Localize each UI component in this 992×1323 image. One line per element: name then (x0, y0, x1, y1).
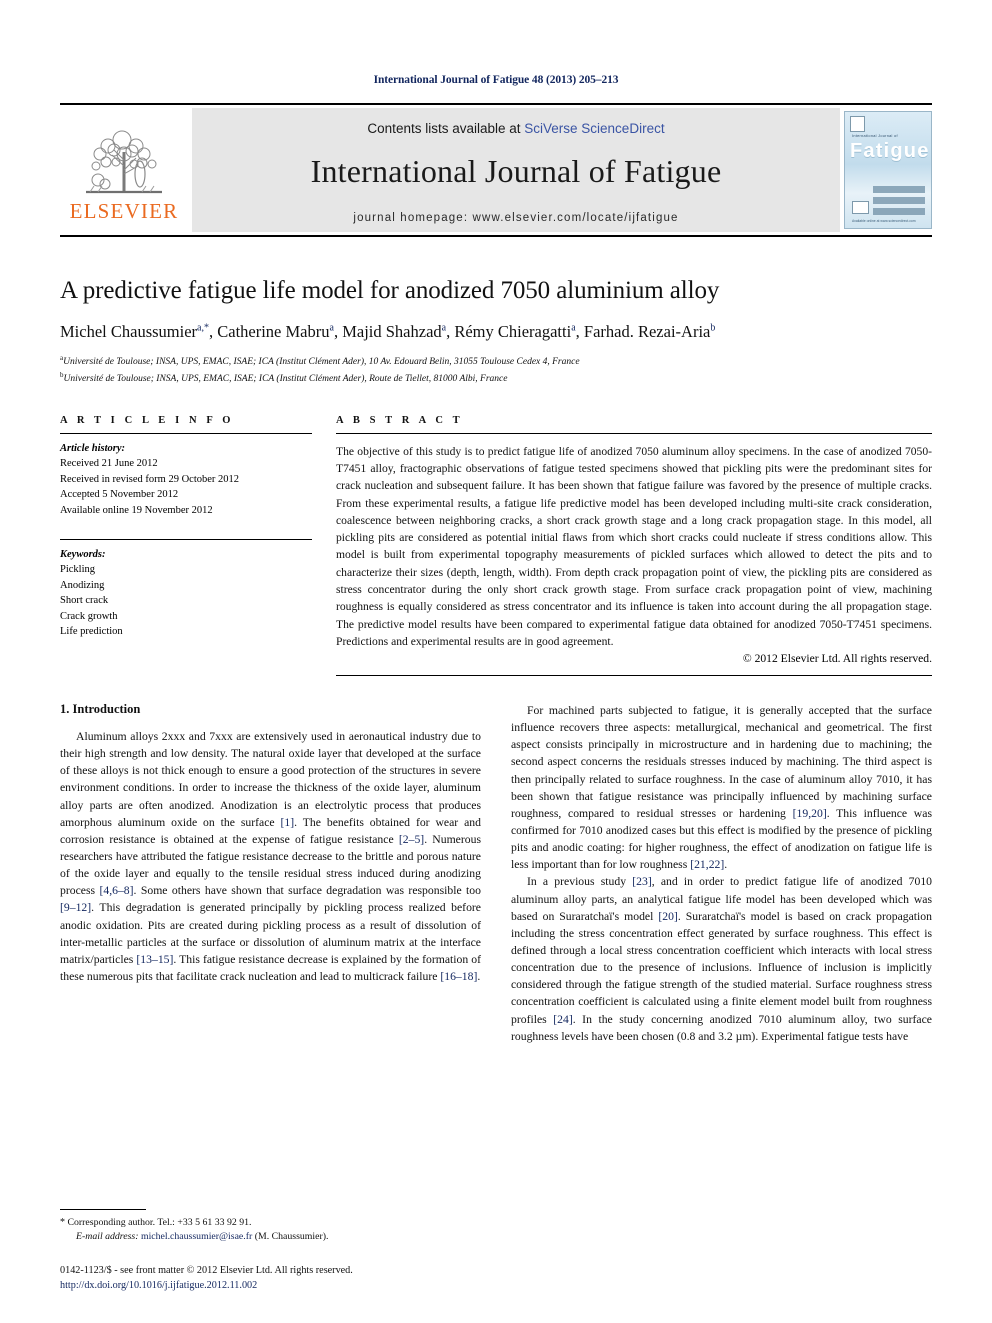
page-title: A predictive fatigue life model for anod… (60, 277, 720, 304)
cover-bar (873, 208, 925, 215)
paper-page: International Journal of Fatigue 48 (201… (0, 0, 992, 1323)
elsevier-wordmark: ELSEVIER (69, 199, 179, 223)
author-name: Catherine Mabru (217, 322, 330, 341)
copyright-notice: © 2012 Elsevier Ltd. All rights reserved… (742, 652, 932, 666)
author-list: Michel Chaussumiera,*, Catherine Mabrua,… (60, 322, 716, 341)
divider (336, 675, 932, 677)
affiliation-text: Université de Toulouse; INSA, UPS, EMAC,… (63, 357, 580, 368)
keyword-item: Pickling (60, 564, 96, 576)
keywords-list: Keywords: Pickling Anodizing Short crack… (60, 547, 312, 640)
abstract-heading: A B S T R A C T (336, 414, 464, 426)
contents-available-line: Contents lists available at SciVerse Sci… (367, 121, 664, 136)
sciencedirect-link[interactable]: SciVerse ScienceDirect (524, 121, 664, 136)
contents-prefix: Contents lists available at (367, 120, 525, 136)
author: Michel Chaussumiera,* (60, 322, 209, 341)
keyword-item: Life prediction (60, 626, 123, 638)
history-item: Received in revised form 29 October 2012 (60, 473, 240, 485)
author-name: Michel Chaussumier (60, 322, 198, 341)
cover-bar (873, 186, 925, 193)
cover-subtitle: International Journal of (852, 134, 898, 138)
history-item: Received 21 June 2012 (60, 458, 158, 470)
history-item: Accepted 5 November 2012 (60, 489, 179, 501)
email-link[interactable]: michel.chaussumier@isae.fr (141, 1231, 252, 1242)
affiliation-text: Université de Toulouse; INSA, UPS, EMAC,… (63, 374, 508, 385)
section-heading-introduction: 1. Introduction (60, 702, 141, 717)
article-info-column: A R T I C L E I N F O Article history: R… (60, 415, 312, 676)
info-abstract-row: A R T I C L E I N F O Article history: R… (60, 414, 932, 677)
journal-cover-thumbnail: International Journal of Fatigue Availab… (844, 111, 932, 229)
issn-block: 0142-1123/$ - see front matter © 2012 El… (60, 1264, 480, 1293)
cover-bottom-icon (852, 201, 869, 214)
abstract-text: The objective of this study is to predic… (336, 444, 932, 648)
cover-bar (873, 197, 925, 204)
email-suffix: (M. Chaussumier). (254, 1231, 329, 1243)
email-note: E-mail address: michel.chaussumier@isae.… (60, 1230, 480, 1245)
elsevier-logo: ELSEVIER (60, 105, 188, 235)
author-affiliation-mark: a (329, 322, 334, 334)
email-label: E-mail address: (76, 1231, 139, 1243)
divider (336, 432, 932, 434)
article-info-heading: A R T I C L E I N F O (60, 414, 235, 426)
body-column-right: For machined parts subjected to fatigue,… (511, 702, 932, 1045)
author-name: Farhad. Rezai-Aria (583, 322, 711, 341)
elsevier-tree-icon (86, 130, 162, 194)
doi-link[interactable]: http://dx.doi.org/10.1016/j.ijfatigue.20… (60, 1279, 480, 1293)
body-column-left: 1. Introduction Aluminum alloys 2xxx and… (60, 702, 481, 1045)
divider (60, 432, 312, 434)
abstract-column: A B S T R A C T The objective of this st… (336, 414, 932, 677)
footer-block: * Corresponding author. Tel.: +33 5 61 3… (60, 1208, 480, 1293)
body-columns: 1. Introduction Aluminum alloys 2xxx and… (60, 702, 932, 1045)
keyword-item: Crack growth (60, 610, 118, 622)
affiliation-list: aUniversité de Toulouse; INSA, UPS, EMAC… (60, 353, 932, 387)
paragraph: Aluminum alloys 2xxx and 7xxx are extens… (60, 730, 481, 983)
article-history: Article history: Received 21 June 2012 R… (60, 441, 312, 519)
issn-line: 0142-1123/$ - see front matter © 2012 El… (60, 1265, 353, 1277)
affiliation: bUniversité de Toulouse; INSA, UPS, EMAC… (60, 370, 932, 387)
cover-title: Fatigue (850, 140, 930, 162)
keywords-label: Keywords: (60, 548, 106, 560)
keyword-item: Short crack (60, 595, 109, 607)
divider (60, 538, 312, 540)
corresponding-author-text: Corresponding author. Tel.: +33 5 61 33 … (67, 1216, 252, 1228)
author-affiliation-mark: a (571, 322, 576, 334)
history-item: Available online 19 November 2012 (60, 504, 213, 516)
cover-footer-text: Available online at www.sciencedirect.co… (852, 219, 916, 223)
author-affiliation-mark: a,* (197, 322, 209, 334)
cover-elsevier-icon (850, 116, 865, 132)
author-name: Rémy Chieragatti (454, 322, 572, 341)
paragraph: For machined parts subjected to fatigue,… (511, 704, 932, 872)
author-affiliation-mark: a (441, 322, 447, 334)
author-name: Majid Shahzad (342, 322, 442, 341)
author: Rémy Chieragattia (454, 322, 575, 341)
journal-homepage-link[interactable]: journal homepage: www.elsevier.com/locat… (353, 212, 678, 224)
corresponding-author-note: * Corresponding author. Tel.: +33 5 61 3… (60, 1215, 480, 1231)
journal-title: International Journal of Fatigue (310, 152, 722, 189)
paragraph: In a previous study [23], and in order t… (511, 875, 933, 1043)
affiliation: aUniversité de Toulouse; INSA, UPS, EMAC… (60, 353, 932, 370)
running-head: International Journal of Fatigue 48 (201… (373, 74, 619, 86)
keyword-item: Anodizing (60, 579, 105, 591)
author: Majid Shahzada (342, 322, 446, 341)
journal-masthead: ELSEVIER Contents lists available at Sci… (60, 103, 932, 237)
cover-topic-bars (873, 186, 925, 219)
footnote-divider (60, 1208, 146, 1210)
article-history-label: Article history: (60, 442, 126, 454)
author: Farhad. Rezai-Ariab (584, 322, 715, 341)
corresponding-author-mark: * (60, 1216, 65, 1228)
author-affiliation-mark: b (710, 322, 716, 334)
title-block: A predictive fatigue life model for anod… (60, 277, 932, 387)
author: Catherine Mabrua (217, 322, 334, 341)
keywords-block: Keywords: Pickling Anodizing Short crack… (60, 538, 312, 640)
journal-band: Contents lists available at SciVerse Sci… (192, 108, 840, 232)
